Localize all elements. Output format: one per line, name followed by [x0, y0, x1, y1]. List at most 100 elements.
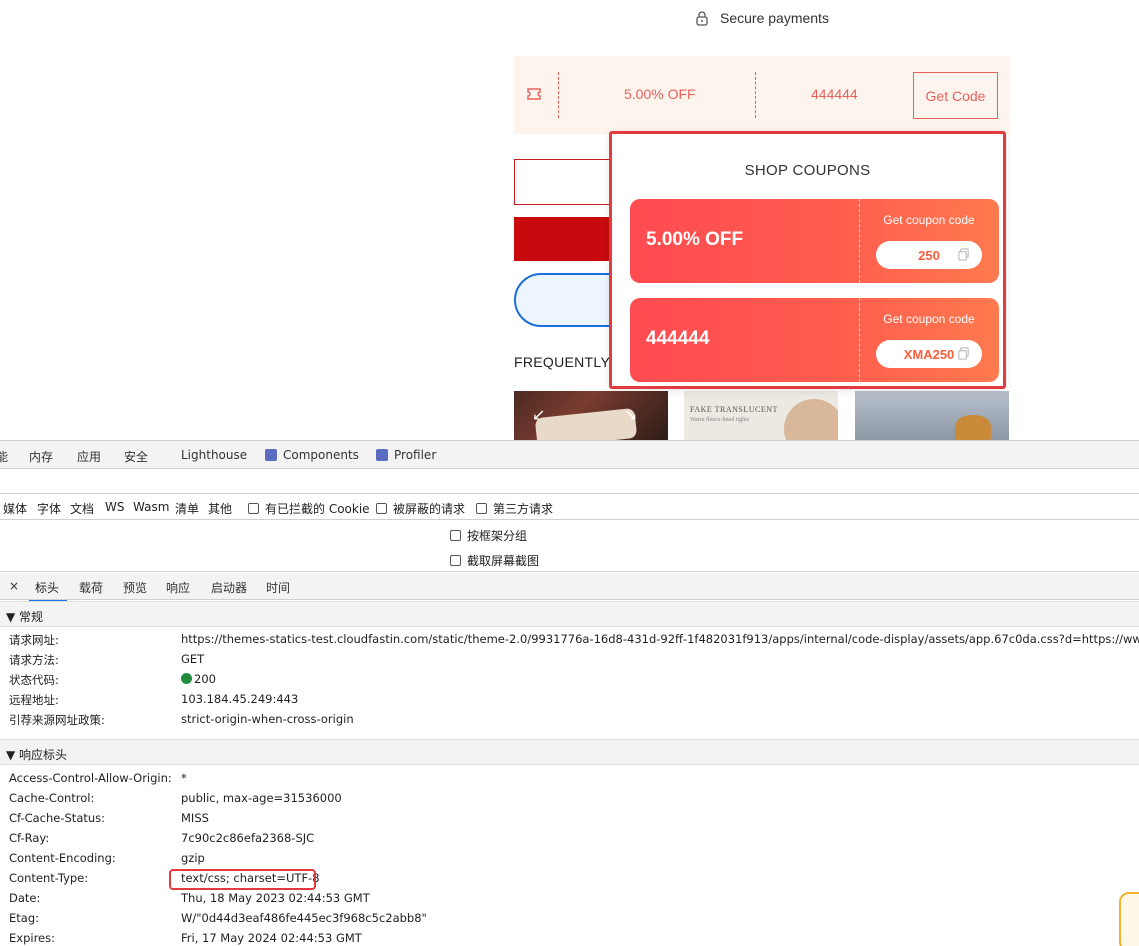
react-icon — [376, 449, 388, 461]
filter-wasm[interactable]: Wasm — [133, 500, 169, 514]
devtools-panel: 能 内存 应用 安全 Lighthouse Components Profile… — [0, 440, 1139, 946]
close-icon[interactable]: × — [9, 579, 19, 593]
coupon-code-button[interactable]: 250 — [876, 241, 982, 269]
header-row: 远程地址: 103.184.45.249:443 — [0, 689, 1139, 709]
tab-performance[interactable]: 能 — [0, 448, 8, 465]
header-row: Expires: Fri, 17 May 2024 02:44:53 GMT — [0, 928, 1139, 946]
filter-ws[interactable]: WS — [105, 500, 124, 514]
arrow-left-icon: ↙ — [532, 405, 546, 424]
product-thumbnail[interactable]: ↙ ↘ — [514, 391, 668, 440]
secure-payments-label: Secure payments — [720, 10, 829, 26]
header-key: Date: — [9, 891, 41, 905]
coupon-code-button[interactable]: XMA250 — [876, 340, 982, 368]
coupon-code: 250 — [918, 247, 940, 263]
checkbox-label: 被屏蔽的请求 — [393, 502, 466, 516]
checkbox[interactable] — [450, 555, 461, 566]
tab-memory[interactable]: 内存 — [29, 448, 53, 465]
type-filter-bar: 媒体 字体 文档 WS Wasm 清单 其他 有已拦截的 Cookie 被屏蔽的… — [0, 494, 1139, 520]
header-value: public, max-age=31536000 — [181, 791, 342, 805]
header-value: W/"0d44d3eaf486fe445ec3f968c5c2abb8" — [181, 911, 427, 925]
request-detail-tabs: × 标头 载荷 预览 响应 启动器 时间 — [0, 573, 1139, 602]
filter-media[interactable]: 媒体 — [3, 500, 27, 517]
checkbox[interactable] — [476, 503, 487, 514]
tab-security[interactable]: 安全 — [124, 448, 148, 465]
filter-input-row[interactable] — [0, 469, 1139, 494]
tab-profiler-label: Profiler — [394, 448, 437, 462]
divider — [558, 72, 559, 118]
header-row: Etag: W/"0d44d3eaf486fe445ec3f968c5c2abb8… — [0, 908, 1139, 928]
blocked-cookies-filter[interactable]: 有已拦截的 Cookie — [248, 500, 370, 517]
tab-initiator[interactable]: 启动器 — [211, 579, 247, 596]
checkbox[interactable] — [248, 503, 259, 514]
checkbox[interactable] — [376, 503, 387, 514]
copy-icon[interactable] — [957, 347, 970, 360]
option-label: 截取屏幕截图 — [467, 554, 540, 568]
checkbox[interactable] — [450, 530, 461, 541]
header-key: Expires: — [9, 931, 55, 945]
ticket-icon — [527, 88, 541, 100]
general-section-header[interactable]: ▼ 常规 — [0, 601, 1139, 627]
react-icon — [265, 449, 277, 461]
tab-lighthouse[interactable]: Lighthouse — [181, 448, 247, 462]
tab-profiler[interactable]: Profiler — [376, 448, 436, 462]
coupon-card: 444444 Get coupon code XMA250 — [630, 298, 999, 382]
tab-components[interactable]: Components — [265, 448, 359, 462]
copy-icon[interactable] — [957, 248, 970, 261]
checkbox-label: 有已拦截的 Cookie — [265, 502, 370, 516]
product-thumbnail[interactable] — [855, 391, 1009, 440]
coupon-card: 5.00% OFF Get coupon code 250 — [630, 199, 999, 283]
filter-other[interactable]: 其他 — [208, 500, 232, 517]
shop-coupons-popup: SHOP COUPONS 5.00% OFF Get coupon code 2… — [609, 131, 1006, 389]
tab-response[interactable]: 响应 — [166, 579, 190, 596]
header-row: 请求网址: https://themes-statics-test.cloudfa… — [0, 629, 1139, 649]
product-image-title: FAKE TRANSLUCENT — [690, 405, 778, 414]
filter-manifest[interactable]: 清单 — [175, 500, 199, 517]
arrow-right-icon: ↘ — [624, 405, 638, 424]
product-thumbnail[interactable]: FAKE TRANSLUCENT Warm fleece-lined tight… — [684, 391, 838, 440]
filter-doc[interactable]: 文档 — [70, 500, 94, 517]
network-options: 按框架分组 截取屏幕截图 — [0, 520, 1139, 572]
product-image-shape — [534, 407, 638, 440]
header-key: 请求方法: — [9, 653, 59, 667]
tab-payload[interactable]: 载荷 — [79, 579, 103, 596]
coupon-bar-discount: 5.00% OFF — [624, 86, 696, 102]
header-row: 请求方法: GET — [0, 649, 1139, 669]
header-key: Access-Control-Allow-Origin: — [9, 771, 172, 785]
response-headers-section-header[interactable]: ▼ 响应标头 — [0, 739, 1139, 765]
header-value: 103.184.45.249:443 — [181, 692, 299, 706]
floating-widget[interactable] — [1119, 892, 1139, 946]
tab-headers[interactable]: 标头 — [29, 579, 68, 602]
third-party-filter[interactable]: 第三方请求 — [476, 500, 553, 517]
header-value: https://themes-statics-test.cloudfastin.… — [181, 632, 1139, 646]
tab-application[interactable]: 应用 — [77, 448, 101, 465]
divider — [859, 199, 860, 283]
header-row: Content-Encoding: gzip — [0, 848, 1139, 868]
header-value: * — [181, 771, 187, 785]
tab-timing[interactable]: 时间 — [266, 579, 290, 596]
status-dot-icon — [181, 673, 192, 684]
header-row: 状态代码: 200 — [0, 669, 1139, 689]
lock-icon — [696, 11, 708, 26]
coupon-bar: 5.00% OFF 444444 Get Code — [514, 56, 1010, 134]
divider — [755, 72, 756, 118]
filter-font[interactable]: 字体 — [37, 500, 61, 517]
header-key: Cache-Control: — [9, 791, 95, 805]
group-by-frame-option[interactable]: 按框架分组 — [450, 527, 527, 544]
header-key: Content-Encoding: — [9, 851, 116, 865]
header-row: Date: Thu, 18 May 2023 02:44:53 GMT — [0, 888, 1139, 908]
header-key: Etag: — [9, 911, 39, 925]
coupon-label: Get coupon code — [883, 312, 975, 326]
blocked-requests-filter[interactable]: 被屏蔽的请求 — [376, 500, 465, 517]
get-code-button[interactable]: Get Code — [913, 72, 998, 119]
header-value: strict-origin-when-cross-origin — [181, 712, 354, 726]
header-key: Content-Type: — [9, 871, 89, 885]
header-key: Cf-Ray: — [9, 831, 50, 845]
header-key: 请求网址: — [9, 633, 59, 647]
devtools-tab-bar: 能 内存 应用 安全 Lighthouse Components Profile… — [0, 440, 1139, 469]
header-row: 引荐来源网址政策: strict-origin-when-cross-origin — [0, 709, 1139, 729]
store-page: Secure payments 5.00% OFF 444444 Get Cod… — [0, 0, 1139, 440]
tab-preview[interactable]: 预览 — [123, 579, 147, 596]
coupon-code: XMA250 — [903, 346, 955, 362]
header-value: Thu, 18 May 2023 02:44:53 GMT — [181, 891, 370, 905]
capture-screenshots-option[interactable]: 截取屏幕截图 — [450, 552, 539, 569]
